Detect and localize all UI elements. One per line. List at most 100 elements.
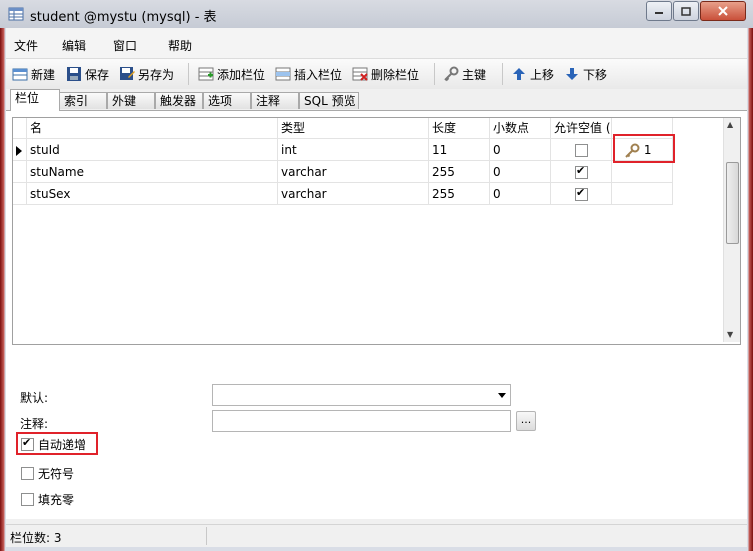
- zerofill-option[interactable]: 填充零: [21, 491, 74, 508]
- primary-key-label: 主键: [462, 67, 487, 82]
- cell-decimals[interactable]: 0: [490, 183, 551, 205]
- maximize-icon: [681, 6, 691, 16]
- default-combobox[interactable]: [212, 384, 511, 406]
- tab-options[interactable]: 选项: [203, 92, 251, 109]
- cell-type[interactable]: varchar: [278, 161, 429, 183]
- cell-primary-key[interactable]: [612, 183, 673, 205]
- cell-name[interactable]: stuSex: [27, 183, 278, 205]
- unsigned-checkbox[interactable]: [21, 467, 34, 480]
- arrow-down-icon: [566, 68, 578, 80]
- window: student @mystu (mysql) - 表 文件 编辑 窗口 帮助 新…: [0, 0, 753, 551]
- unsigned-option[interactable]: 无符号: [21, 465, 74, 482]
- cell-allow-null[interactable]: ✔: [551, 161, 612, 183]
- zerofill-checkbox[interactable]: [21, 493, 34, 506]
- key-icon: [444, 66, 459, 82]
- toolbar-separator: [188, 63, 189, 85]
- cell-type[interactable]: varchar: [278, 183, 429, 205]
- cell-name[interactable]: stuId: [27, 139, 278, 161]
- save-as-icon: [120, 67, 135, 80]
- new-button[interactable]: 新建: [12, 65, 55, 83]
- allow-null-checkbox[interactable]: ✔: [575, 164, 588, 179]
- title-bar: student @mystu (mysql) - 表: [0, 0, 753, 28]
- toolbar: 新建 保存 另存为 添加栏位 插入栏位 删除栏位 主键 上移 下移: [6, 58, 747, 89]
- current-row-indicator: [13, 139, 27, 161]
- tab-triggers[interactable]: 触发器: [155, 92, 203, 109]
- unsigned-label: 无符号: [38, 467, 75, 481]
- toolbar-separator: [434, 63, 435, 85]
- row-indicator-header: [13, 118, 27, 139]
- menu-edit[interactable]: 编辑: [62, 37, 86, 54]
- menu-help[interactable]: 帮助: [168, 37, 192, 54]
- cell-type[interactable]: int: [278, 139, 429, 161]
- cell-allow-null[interactable]: [551, 139, 612, 161]
- new-label: 新建: [31, 67, 56, 82]
- minimize-button[interactable]: [646, 1, 672, 21]
- highlight-box-auto-increment: [16, 432, 98, 455]
- arrow-up-icon: [513, 68, 525, 80]
- menu-bar: 文件 编辑 窗口 帮助: [6, 28, 747, 58]
- comment-field[interactable]: [212, 410, 511, 432]
- comment-browse-button[interactable]: ...: [516, 411, 536, 431]
- column-header-name[interactable]: 名: [27, 118, 278, 139]
- field-count-status: 栏位数: 3: [10, 531, 62, 545]
- delete-field-button[interactable]: 删除栏位: [352, 65, 419, 83]
- table-app-icon: [8, 7, 24, 21]
- fields-grid: 名 类型 长度 小数点 允许空值 ( stuId int 11 0 1 stuN…: [12, 117, 741, 345]
- minimize-icon: [655, 12, 663, 14]
- tab-indexes[interactable]: 索引: [59, 92, 107, 109]
- new-table-icon: [12, 68, 28, 81]
- cell-allow-null[interactable]: ✔: [551, 183, 612, 205]
- menu-window[interactable]: 窗口: [113, 37, 137, 54]
- move-down-button[interactable]: 下移: [564, 65, 607, 83]
- allow-null-checkbox[interactable]: [575, 144, 588, 157]
- add-field-icon: [198, 67, 214, 81]
- scroll-down-arrow-icon[interactable]: ▼: [727, 330, 733, 339]
- tab-foreign-keys[interactable]: 外键: [107, 92, 155, 109]
- highlight-box-primary-key: [613, 134, 675, 163]
- vertical-scrollbar[interactable]: ▲ ▼: [723, 118, 740, 342]
- save-label: 保存: [85, 67, 110, 82]
- move-up-button[interactable]: 上移: [511, 65, 554, 83]
- cell-length[interactable]: 255: [429, 161, 490, 183]
- row-indicator: [13, 183, 27, 205]
- scrollbar-thumb[interactable]: [726, 162, 739, 244]
- tab-comment[interactable]: 注释: [251, 92, 299, 109]
- insert-field-icon: [275, 67, 291, 81]
- checkmark-icon: ✔: [576, 186, 586, 199]
- client-area: 文件 编辑 窗口 帮助 新建 保存 另存为 添加栏位 插入栏位 删除栏位 主键 …: [6, 28, 747, 547]
- tab-fields[interactable]: 栏位: [10, 89, 60, 111]
- column-header-type[interactable]: 类型: [278, 118, 429, 139]
- add-field-button[interactable]: 添加栏位: [198, 65, 265, 83]
- tab-strip: 栏位 索引 外键 触发器 选项 注释 SQL 预览: [6, 89, 747, 111]
- delete-field-label: 删除栏位: [371, 67, 420, 82]
- column-header-decimals[interactable]: 小数点: [490, 118, 551, 139]
- menu-file[interactable]: 文件: [14, 37, 38, 54]
- primary-key-button[interactable]: 主键: [443, 65, 486, 83]
- insert-field-label: 插入栏位: [294, 67, 343, 82]
- chevron-down-icon: [498, 393, 506, 398]
- maximize-button[interactable]: [673, 1, 699, 21]
- cell-length[interactable]: 11: [429, 139, 490, 161]
- cell-decimals[interactable]: 0: [490, 139, 551, 161]
- fields-panel: 名 类型 长度 小数点 允许空值 ( stuId int 11 0 1 stuN…: [6, 110, 747, 519]
- cell-name[interactable]: stuName: [27, 161, 278, 183]
- checkmark-icon: ✔: [576, 164, 586, 177]
- toolbar-separator: [502, 63, 503, 85]
- cell-primary-key[interactable]: [612, 161, 673, 183]
- close-button[interactable]: [700, 1, 746, 21]
- save-as-button[interactable]: 另存为: [119, 65, 174, 83]
- cell-length[interactable]: 255: [429, 183, 490, 205]
- move-up-label: 上移: [530, 67, 555, 82]
- cell-decimals[interactable]: 0: [490, 161, 551, 183]
- zerofill-label: 填充零: [38, 493, 75, 507]
- scroll-up-arrow-icon[interactable]: ▲: [727, 120, 733, 129]
- row-pointer-icon: [16, 145, 22, 156]
- row-indicator: [13, 161, 27, 183]
- insert-field-button[interactable]: 插入栏位: [275, 65, 342, 83]
- close-icon: [718, 6, 728, 16]
- tab-sql-preview[interactable]: SQL 预览: [299, 92, 359, 109]
- column-header-allow-null[interactable]: 允许空值 (: [551, 118, 612, 139]
- column-header-length[interactable]: 长度: [429, 118, 490, 139]
- allow-null-checkbox[interactable]: ✔: [575, 186, 588, 201]
- save-button[interactable]: 保存: [66, 65, 109, 83]
